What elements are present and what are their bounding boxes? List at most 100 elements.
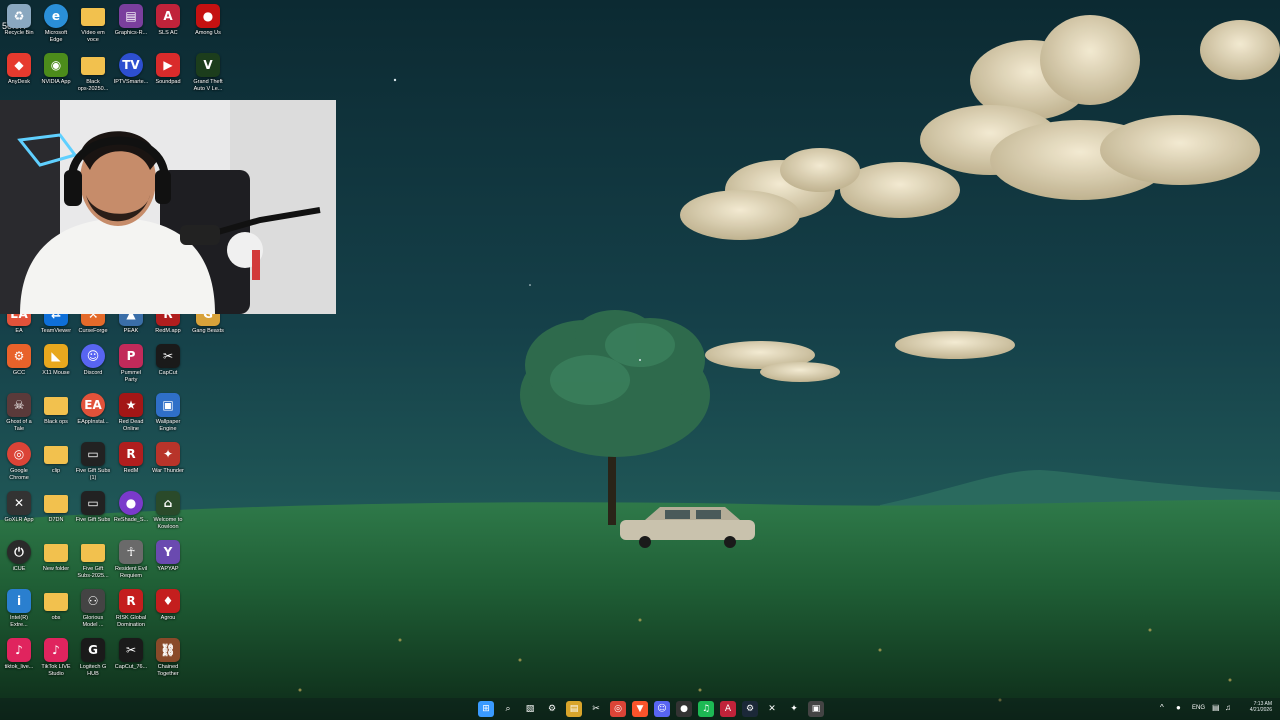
desktop-shortcut[interactable]: ♦ Agrou <box>149 589 187 637</box>
desktop-shortcut[interactable]: clip <box>37 442 75 490</box>
video-file-icon: ▭ <box>81 491 105 515</box>
anydesk-icon: ◆ <box>7 53 31 77</box>
desktop-shortcut-label: Among Us <box>195 30 221 36</box>
spotify-icon[interactable]: ♫ <box>698 701 714 717</box>
desktop-shortcut[interactable]: ▣ Wallpaper Engine <box>149 393 187 441</box>
desktop-shortcut[interactable]: EA EAppInstal... <box>74 393 112 441</box>
desktop-shortcut[interactable]: ◉ NVIDIA App <box>37 53 75 101</box>
desktop-shortcut-label: New folder <box>42 566 70 572</box>
folder-icon <box>81 8 105 26</box>
x11-mouse-icon: ◣ <box>44 344 68 368</box>
desktop-shortcut-label: tiktok_live... <box>4 664 34 670</box>
desktop-shortcut[interactable]: ✂ CapCut_76... <box>112 638 150 686</box>
desktop-shortcut[interactable]: ● Among Us <box>189 4 227 52</box>
desktop-shortcut[interactable]: Y YAPYAP <box>149 540 187 588</box>
folder-icon <box>81 57 105 75</box>
desktop-shortcut-label: iCUE <box>12 566 26 572</box>
steam-icon[interactable]: ⚙ <box>742 701 758 717</box>
file-explorer-icon[interactable]: ▤ <box>566 701 582 717</box>
desktop-shortcut-label: RISK Global Domination <box>115 615 147 628</box>
desktop-shortcut-label: Black ops <box>44 419 68 425</box>
desktop-shortcut-label: Graphics-R... <box>114 30 148 36</box>
edge-icon: e <box>44 4 68 28</box>
desktop-shortcut[interactable]: P Pummel Party <box>112 344 150 392</box>
desktop-shortcut[interactable]: ▭ Five Gift Subs <box>74 491 112 539</box>
desktop-shortcut[interactable]: Vídeo em voce <box>74 4 112 52</box>
desktop-shortcut[interactable]: i Intel(R) Extre... <box>0 589 38 637</box>
desktop-shortcut-label: Ghost of a Tale <box>6 419 32 432</box>
tray-chevron-icon[interactable]: ^ <box>1160 703 1164 712</box>
iptv-icon: TV <box>119 53 143 77</box>
desktop-shortcut[interactable]: ✦ War Thunder <box>149 442 187 490</box>
desktop-shortcut[interactable]: ☺ Discord <box>74 344 112 392</box>
capcut-icon[interactable]: ✂ <box>588 701 604 717</box>
desktop-shortcut[interactable]: ☥ Resident Evil Requiem <box>112 540 150 588</box>
desktop-shortcut[interactable]: A SLS AC <box>149 4 187 52</box>
desktop-shortcut[interactable]: Five Gift Subs-2025... <box>74 540 112 588</box>
obs-icon[interactable]: ● <box>676 701 692 717</box>
ea-installer-icon: EA <box>81 393 105 417</box>
desktop-shortcut[interactable]: ◣ X11 Mouse <box>37 344 75 392</box>
desktop-shortcut-label: RedM <box>123 468 139 474</box>
chrome-icon: ◎ <box>7 442 31 466</box>
discord-icon[interactable]: ☺ <box>654 701 670 717</box>
desktop-shortcut[interactable]: ⏻ iCUE <box>0 540 38 588</box>
nvidia-icon: ◉ <box>44 53 68 77</box>
desktop-shortcut[interactable]: ♪ TikTok LIVE Studio <box>37 638 75 686</box>
desktop-shortcut[interactable]: ▶ Soundpad <box>149 53 187 101</box>
start-button[interactable]: ⊞ <box>478 701 494 717</box>
desktop-shortcut[interactable]: New folder <box>37 540 75 588</box>
reshade-icon: ● <box>119 491 143 515</box>
settings-icon[interactable]: ⚙ <box>544 701 560 717</box>
desktop-shortcut[interactable]: ♪ tiktok_live... <box>0 638 38 686</box>
desktop-shortcut[interactable]: ✕ GoXLR App <box>0 491 38 539</box>
desktop-shortcut-label: Five Gift Subs (1) <box>75 468 111 481</box>
desktop-shortcut[interactable]: ▤ Graphics-R... <box>112 4 150 52</box>
brave-icon[interactable]: ▼ <box>632 701 648 717</box>
desktop-shortcut[interactable]: ✂ CapCut <box>149 344 187 392</box>
desktop-shortcut[interactable]: ◆ AnyDesk <box>0 53 38 101</box>
camera-app-icon[interactable]: ▣ <box>808 701 824 717</box>
desktop-shortcut[interactable]: Black ops-20250... <box>74 53 112 101</box>
tiktok-live-studio-icon[interactable]: ✕ <box>764 701 780 717</box>
desktop-shortcut[interactable]: Black ops <box>37 393 75 441</box>
goxlr-icon: ✕ <box>7 491 31 515</box>
discord-icon: ☺ <box>81 344 105 368</box>
desktop-shortcut[interactable]: ◎ Google Chrome <box>0 442 38 490</box>
desktop-shortcut[interactable]: ▭ Five Gift Subs (1) <box>74 442 112 490</box>
desktop-shortcut[interactable]: ⛓ Chained Together <box>149 638 187 686</box>
network-icon[interactable]: ▤ <box>1212 703 1220 712</box>
desktop-shortcut-label: D7DN <box>48 517 64 523</box>
desktop-shortcut[interactable]: TV IPTVSmarte... <box>112 53 150 101</box>
chrome-icon[interactable]: ◎ <box>610 701 626 717</box>
search-icon[interactable]: ⌕ <box>500 701 516 717</box>
desktop-shortcut-label: clip <box>51 468 61 474</box>
desktop-shortcut[interactable]: e Microsoft Edge <box>37 4 75 52</box>
desktop-shortcut[interactable]: D7DN <box>37 491 75 539</box>
desktop-shortcut[interactable]: V Grand Theft Auto V Le... <box>189 53 227 101</box>
language-indicator[interactable]: ENG <box>1192 705 1205 711</box>
desktop-shortcut[interactable]: ☠ Ghost of a Tale <box>0 393 38 441</box>
desktop-shortcut[interactable]: ⚇ Glorious Model ... <box>74 589 112 637</box>
desktop-shortcut[interactable]: G Logitech G HUB <box>74 638 112 686</box>
desktop-shortcut[interactable]: ● ReShade_S... <box>112 491 150 539</box>
task-view-icon[interactable]: ▧ <box>522 701 538 717</box>
microphone-icon[interactable]: ● <box>1176 703 1181 712</box>
icue-icon[interactable]: ✦ <box>786 701 802 717</box>
desktop-shortcut[interactable]: R RISK Global Domination <box>112 589 150 637</box>
desktop-shortcut[interactable]: ♻ Recycle Bin <box>0 4 38 52</box>
desktop-shortcut[interactable]: R RedM <box>112 442 150 490</box>
desktop-shortcut[interactable]: ⌂ Welcome to Kowloon <box>149 491 187 539</box>
clock[interactable]: 7:13 AM 4/21/2026 <box>1236 701 1272 713</box>
desktop-shortcut-label: Glorious Model ... <box>82 615 104 628</box>
desktop-shortcut-label: Soundpad <box>155 79 181 85</box>
desktop-shortcut[interactable]: obs <box>37 589 75 637</box>
recycle-bin-icon: ♻ <box>7 4 31 28</box>
volume-icon[interactable]: ♫ <box>1225 703 1231 712</box>
desktop-shortcut[interactable]: ★ Red Dead Online <box>112 393 150 441</box>
desktop-shortcut-label: EA <box>15 328 23 334</box>
desktop-shortcut[interactable]: ⚙ GCC <box>0 344 38 392</box>
desktop-shortcut-label: Microsoft Edge <box>44 30 68 43</box>
capcut-icon: ✂ <box>119 638 143 662</box>
sls-icon[interactable]: A <box>720 701 736 717</box>
